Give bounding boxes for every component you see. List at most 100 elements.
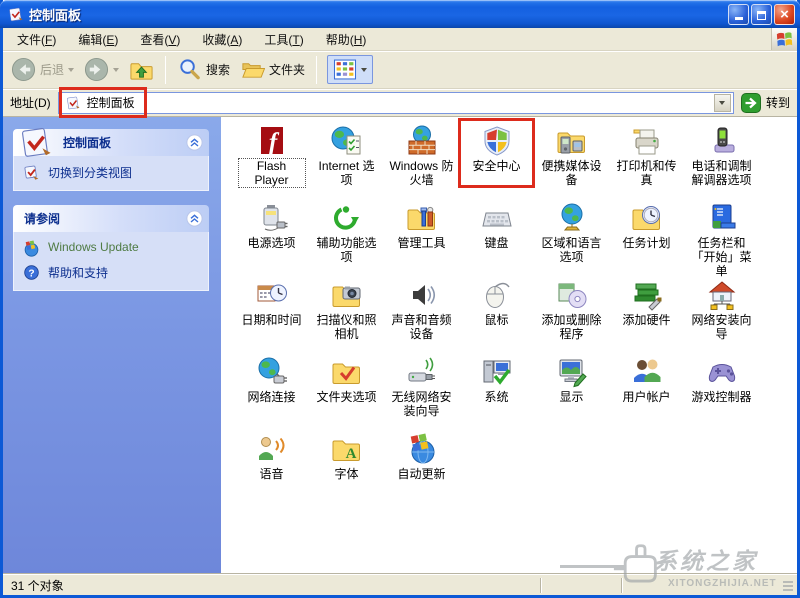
sidebar-panel-title: 控制面板 xyxy=(63,136,112,150)
automatic-updates-icon xyxy=(406,433,438,465)
go-arrow-icon xyxy=(740,92,761,113)
accessibility-icon xyxy=(331,202,363,234)
cp-item-mouse[interactable]: 鼠标 xyxy=(459,276,534,353)
control-panel-icon xyxy=(65,95,81,111)
sidebar-item-windows-update[interactable]: Windows Update xyxy=(23,240,202,257)
display-icon xyxy=(556,356,588,388)
forward-button[interactable] xyxy=(80,54,123,85)
cp-item-network-connections[interactable]: 网络连接 xyxy=(234,353,309,430)
cp-item-label: 游戏控制器 xyxy=(691,390,752,404)
cp-item-scanners-cameras[interactable]: 扫描仪和照相机 xyxy=(309,276,384,353)
cp-item-accessibility[interactable]: 辅助功能选项 xyxy=(309,199,384,276)
cp-item-printers-faxes[interactable]: 打印机和传真 xyxy=(609,122,684,199)
minimize-button[interactable] xyxy=(728,3,749,25)
forward-icon xyxy=(84,57,109,82)
window-title: 控制面板 xyxy=(29,7,82,23)
forward-dropdown-icon[interactable] xyxy=(113,67,120,72)
go-button[interactable]: 转到 xyxy=(740,92,790,113)
sidebar-item-switch-view[interactable]: 切换到分类视图 xyxy=(23,164,202,181)
cp-item-admin-tools[interactable]: 管理工具 xyxy=(384,199,459,276)
printers-faxes-icon xyxy=(631,125,663,157)
address-annotated-box: 控制面板 xyxy=(58,87,147,118)
task-scheduler-icon xyxy=(631,202,663,234)
cp-item-label: 声音和音频设备 xyxy=(391,313,452,341)
cp-item-keyboard[interactable]: 键盘 xyxy=(459,199,534,276)
svg-text:A: A xyxy=(345,446,356,462)
portable-media-icon xyxy=(556,125,588,157)
search-button[interactable]: 搜索 xyxy=(173,54,234,85)
menu-item-2[interactable]: 查看(V) xyxy=(129,28,191,51)
back-dropdown-icon[interactable] xyxy=(68,67,75,72)
scanners-cameras-icon xyxy=(331,279,363,311)
cp-item-wireless-setup-wizard[interactable]: 无线网络安装向导 xyxy=(384,353,459,430)
cp-item-system[interactable]: 系统 xyxy=(459,353,534,430)
sidebar-panel-title: 请参阅 xyxy=(24,212,61,226)
cp-item-network-setup-wizard[interactable]: 网络安装向导 xyxy=(684,276,759,353)
network-setup-wizard-icon xyxy=(706,279,738,311)
address-dropdown-button[interactable] xyxy=(713,93,731,112)
cp-item-taskbar-startmenu[interactable]: 任务栏和「开始」菜单 xyxy=(684,199,759,278)
mouse-icon xyxy=(481,279,513,311)
views-grid-icon xyxy=(333,59,357,80)
views-button[interactable] xyxy=(327,55,374,84)
cp-item-speech[interactable]: 语音 xyxy=(234,430,309,507)
menu-item-1[interactable]: 编辑(E) xyxy=(67,28,129,51)
maximize-button[interactable] xyxy=(751,3,772,25)
menu-item-4[interactable]: 工具(T) xyxy=(253,28,314,51)
date-time-icon xyxy=(256,279,288,311)
cp-item-folder-options[interactable]: 文件夹选项 xyxy=(309,353,384,430)
cp-item-security-center[interactable]: 安全中心 xyxy=(458,118,535,199)
cp-item-label: Windows 防火墙 xyxy=(389,159,454,187)
toolbar: 后退 搜索 文件夹 xyxy=(3,51,797,89)
cp-item-regional-language[interactable]: 区域和语言选项 xyxy=(534,199,609,276)
title-bar: 控制面板 × xyxy=(0,0,800,28)
cp-item-internet-options[interactable]: Internet 选项 xyxy=(309,122,384,199)
cp-item-sounds-audio[interactable]: 声音和音频设备 xyxy=(384,276,459,353)
sidebar-item-help[interactable]: ? 帮助和支持 xyxy=(23,264,202,281)
cp-item-fonts[interactable]: A 字体 xyxy=(309,430,384,507)
folders-label: 文件夹 xyxy=(269,63,306,77)
speech-icon xyxy=(256,433,288,465)
cp-item-windows-firewall[interactable]: Windows 防火墙 xyxy=(384,122,459,199)
cp-item-date-time[interactable]: 日期和时间 xyxy=(234,276,309,353)
add-remove-programs-icon xyxy=(556,279,588,311)
cp-item-add-remove-programs[interactable]: 添加或删除程序 xyxy=(534,276,609,353)
folders-button[interactable]: 文件夹 xyxy=(236,54,309,85)
address-field[interactable]: 控制面板 xyxy=(57,87,734,118)
cp-item-automatic-updates[interactable]: 自动更新 xyxy=(384,430,459,507)
close-icon: × xyxy=(780,5,789,23)
sounds-audio-icon xyxy=(406,279,438,311)
windows-logo-icon xyxy=(771,28,797,50)
folder-options-icon xyxy=(331,356,363,388)
sidebar-panel-header[interactable]: 控制面板 xyxy=(13,128,209,157)
up-folder-icon xyxy=(129,57,154,82)
minimize-icon xyxy=(734,16,743,20)
up-button[interactable] xyxy=(125,54,158,85)
cp-item-user-accounts[interactable]: 用户帐户 xyxy=(609,353,684,430)
cp-item-game-controllers[interactable]: 游戏控制器 xyxy=(684,353,759,430)
wireless-setup-wizard-icon xyxy=(406,356,438,388)
cp-item-flash-player[interactable]: f Flash Player xyxy=(234,122,309,199)
internet-options-icon xyxy=(331,125,363,157)
cp-item-add-hardware[interactable]: 添加硬件 xyxy=(609,276,684,353)
close-button[interactable]: × xyxy=(774,3,795,25)
cp-item-task-scheduler[interactable]: 任务计划 xyxy=(609,199,684,276)
back-button[interactable]: 后退 xyxy=(7,54,78,85)
cp-item-phone-modem[interactable]: 电话和调制解调器选项 xyxy=(684,122,759,199)
content-area: f Flash Player Internet 选项 Windows 防火墙 安全中心 便… xyxy=(221,117,797,574)
menu-item-5[interactable]: 帮助(H) xyxy=(315,28,378,51)
user-accounts-icon xyxy=(631,356,663,388)
cp-item-display[interactable]: 显示 xyxy=(534,353,609,430)
cp-item-portable-media[interactable]: 便携媒体设备 xyxy=(534,122,609,199)
chevron-up-icon[interactable] xyxy=(186,134,203,151)
back-label: 后退 xyxy=(40,63,65,77)
sidebar-panel-header[interactable]: 请参阅 xyxy=(13,205,209,232)
cp-item-power-options[interactable]: 电源选项 xyxy=(234,199,309,276)
menu-item-0[interactable]: 文件(F) xyxy=(6,28,67,51)
cp-item-label: 电源选项 xyxy=(247,236,296,250)
menu-item-3[interactable]: 收藏(A) xyxy=(191,28,253,51)
chevron-up-icon[interactable] xyxy=(186,210,203,227)
cp-item-label: 打印机和传真 xyxy=(616,159,677,187)
sidebar-panel-1: 请参阅 Windows Update ? 帮助和支持 xyxy=(13,205,209,291)
search-icon xyxy=(177,57,202,82)
